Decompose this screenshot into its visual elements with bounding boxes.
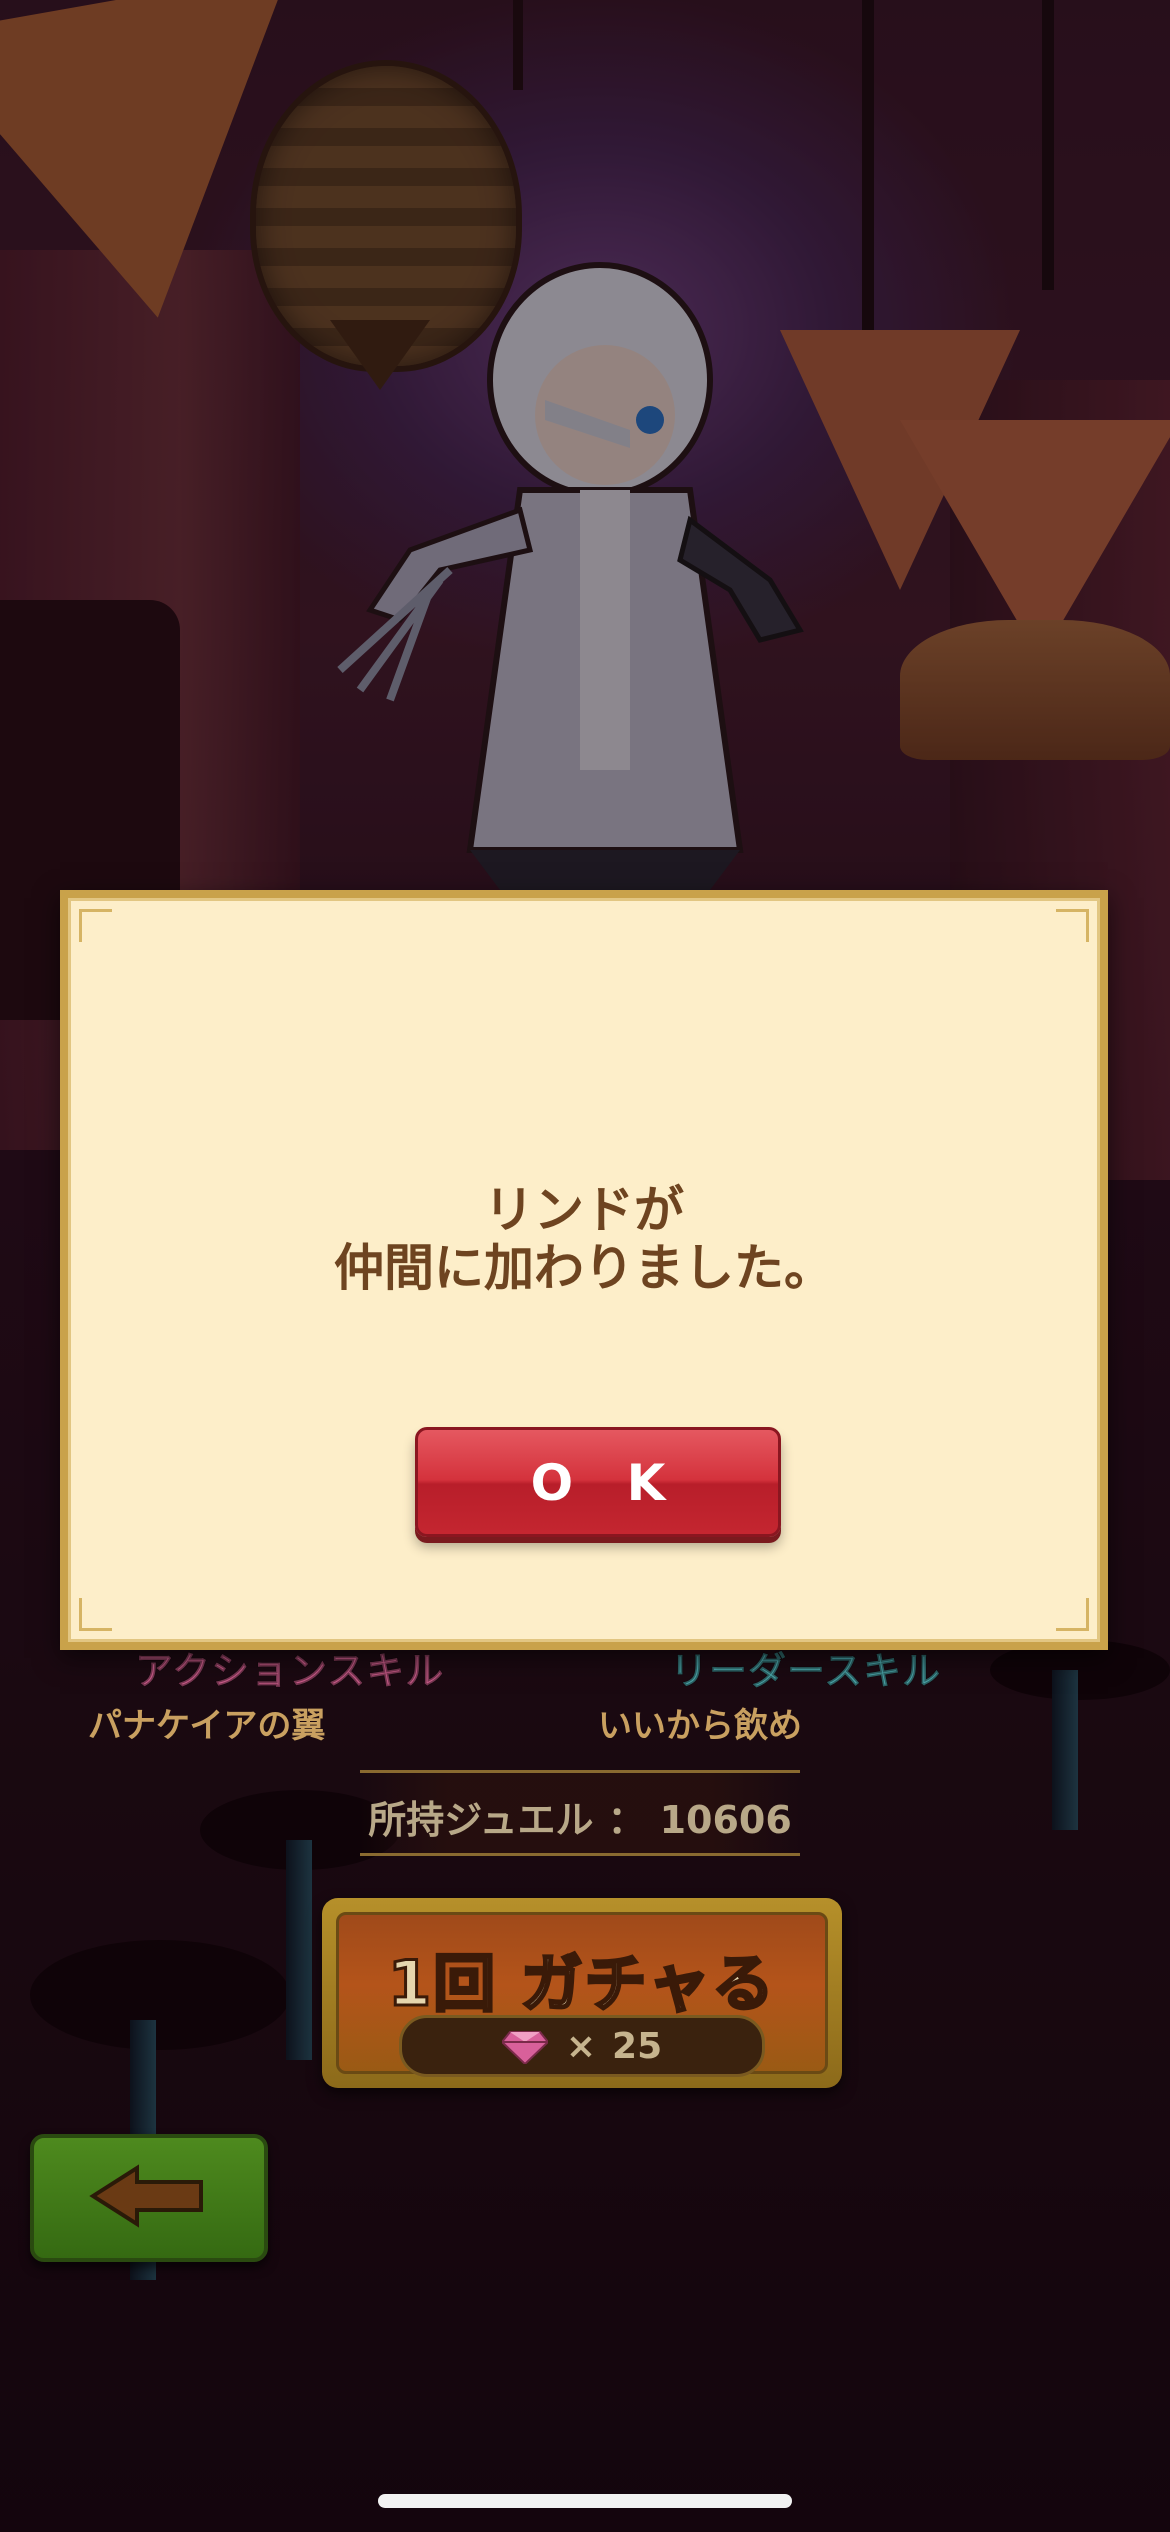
gem-icon: [501, 2031, 548, 2064]
jewel-label: 所持ジュエル: [368, 1798, 594, 1842]
dialog-panel: リンドが 仲間に加わりました。 O K: [68, 898, 1100, 1642]
dialog-corner-ornament: [79, 1598, 112, 1631]
jewel-separator: ：: [607, 1798, 646, 1842]
gacha-single-button[interactable]: 1回 ガチャる × 25: [322, 1898, 842, 2088]
gacha-cost-times: ×: [565, 2026, 597, 2067]
ok-button[interactable]: O K: [415, 1427, 781, 1537]
jewel-count: 10606: [659, 1798, 792, 1842]
jewel-balance-bar: 所持ジュエル ： 10606: [360, 1770, 800, 1856]
dialog-message: リンドが 仲間に加わりました。: [71, 1181, 1097, 1297]
dialog-corner-ornament: [79, 909, 112, 942]
game-screen: アクションスキル リーダースキル パナケイアの翼 いいから飲め 所持ジュエル： 1…: [0, 0, 1170, 2532]
gacha-cost-row: × 25: [402, 2026, 762, 2067]
dialog-message-line-2: 仲間に加わりました。: [334, 1239, 834, 1297]
gacha-button-face: 1回 ガチャる × 25: [336, 1912, 828, 2077]
action-skill-name: パナケイアの翼: [88, 1706, 326, 1746]
ok-button-label: O K: [530, 1454, 684, 1512]
dialog-message-line-1: リンドが: [484, 1181, 684, 1239]
dialog-corner-ornament: [1056, 1598, 1089, 1631]
jewel-balance-text: 所持ジュエル ： 10606: [360, 1789, 800, 1844]
back-button[interactable]: [30, 2134, 268, 2262]
gacha-button-label: 1回 ガチャる: [386, 1946, 777, 2022]
gacha-cost-value: 25: [612, 2026, 663, 2067]
recruit-dialog: リンドが 仲間に加わりました。 O K: [60, 890, 1108, 1650]
dialog-corner-ornament: [1056, 909, 1089, 942]
left-arrow-icon: [89, 2164, 203, 2228]
home-indicator[interactable]: [378, 2494, 792, 2508]
gacha-cost-pill: × 25: [399, 2015, 765, 2077]
leader-skill-name: いいから飲め: [598, 1706, 802, 1746]
